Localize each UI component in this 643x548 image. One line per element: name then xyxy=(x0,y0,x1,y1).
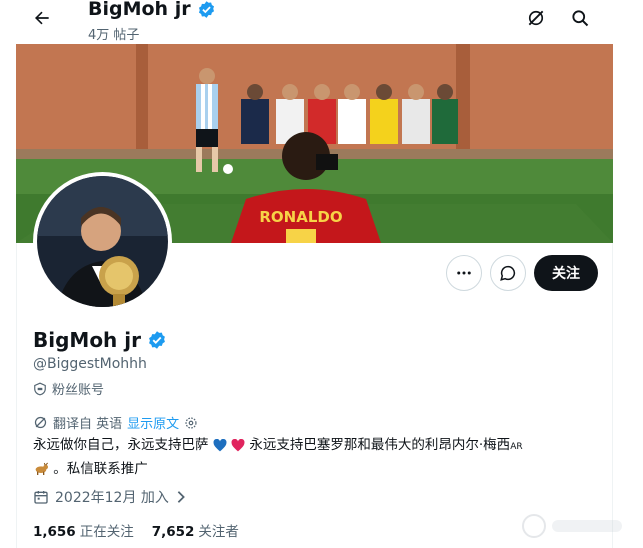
arrow-left-icon xyxy=(35,11,49,25)
blue-heart-icon xyxy=(213,438,227,451)
gear-icon[interactable] xyxy=(184,416,198,430)
bio-text-part1: 永远做你自己，永远支持巴萨 xyxy=(33,437,209,453)
back-button[interactable] xyxy=(28,4,56,32)
fan-account-label: 粉丝账号 xyxy=(33,379,104,398)
bio-ar-tag: AR xyxy=(510,442,523,452)
avatar-image xyxy=(37,176,168,307)
followers-count: 7,652 xyxy=(151,524,195,540)
bio-text-part3: 。私信联系推广 xyxy=(53,461,148,477)
user-handle: @BiggestMohhh xyxy=(33,356,147,372)
verified-badge-icon[interactable] xyxy=(147,330,167,350)
joined-date-row[interactable]: 2022年12月 加入 xyxy=(33,487,187,507)
search-button[interactable] xyxy=(566,4,594,32)
red-heart-icon xyxy=(231,438,245,451)
following-count: 1,656 xyxy=(33,524,76,540)
header-name: BigMoh jr xyxy=(88,0,216,20)
display-name-text: BigMoh jr xyxy=(33,328,141,352)
profile-avatar[interactable] xyxy=(33,172,172,311)
chevron-right-icon xyxy=(177,491,185,503)
watermark-logo xyxy=(522,514,622,538)
display-name: BigMoh jr xyxy=(33,328,167,352)
more-icon xyxy=(457,271,471,275)
following-stat[interactable]: 1,656 正在关注 xyxy=(33,520,134,540)
translation-row: 翻译自 英语 显示原文 xyxy=(33,413,198,432)
profile-stats: 1,656 正在关注 7,652 关注者 xyxy=(33,520,239,540)
more-button[interactable] xyxy=(446,255,482,291)
grok-icon xyxy=(528,10,544,26)
show-original-link[interactable]: 显示原文 xyxy=(127,413,179,432)
fan-account-text: 粉丝账号 xyxy=(52,383,105,398)
profile-bio: 永远做你自己，永远支持巴萨 永远支持巴塞罗那和最伟大的利昂内尔·梅西AR 。私信… xyxy=(33,434,593,480)
search-icon xyxy=(572,10,589,27)
bio-text-part2: 永远支持巴塞罗那和最伟大的利昂内尔·梅西 xyxy=(249,437,511,453)
top-bar: BigMoh jr 4万 帖子 xyxy=(0,0,643,44)
following-label: 正在关注 xyxy=(79,524,134,540)
follow-button[interactable]: 关注 xyxy=(534,255,598,291)
banner-jersey-text: RONALDO xyxy=(259,208,342,226)
post-count: 4万 帖子 xyxy=(88,28,140,43)
message-button[interactable] xyxy=(490,255,526,291)
translated-from-text: 翻译自 英语 xyxy=(53,417,123,432)
joined-date-text: 2022年12月 加入 xyxy=(55,490,169,506)
goat-icon xyxy=(35,462,49,475)
calendar-icon xyxy=(34,491,48,504)
translate-icon xyxy=(34,416,47,429)
verified-badge-icon xyxy=(198,0,214,18)
header-name-text: BigMoh jr xyxy=(88,0,191,20)
followers-label: 关注者 xyxy=(198,524,239,540)
grok-button[interactable] xyxy=(522,4,550,32)
followers-stat[interactable]: 7,652 关注者 xyxy=(152,520,239,540)
message-icon xyxy=(500,265,516,281)
fan-account-icon xyxy=(34,382,46,395)
